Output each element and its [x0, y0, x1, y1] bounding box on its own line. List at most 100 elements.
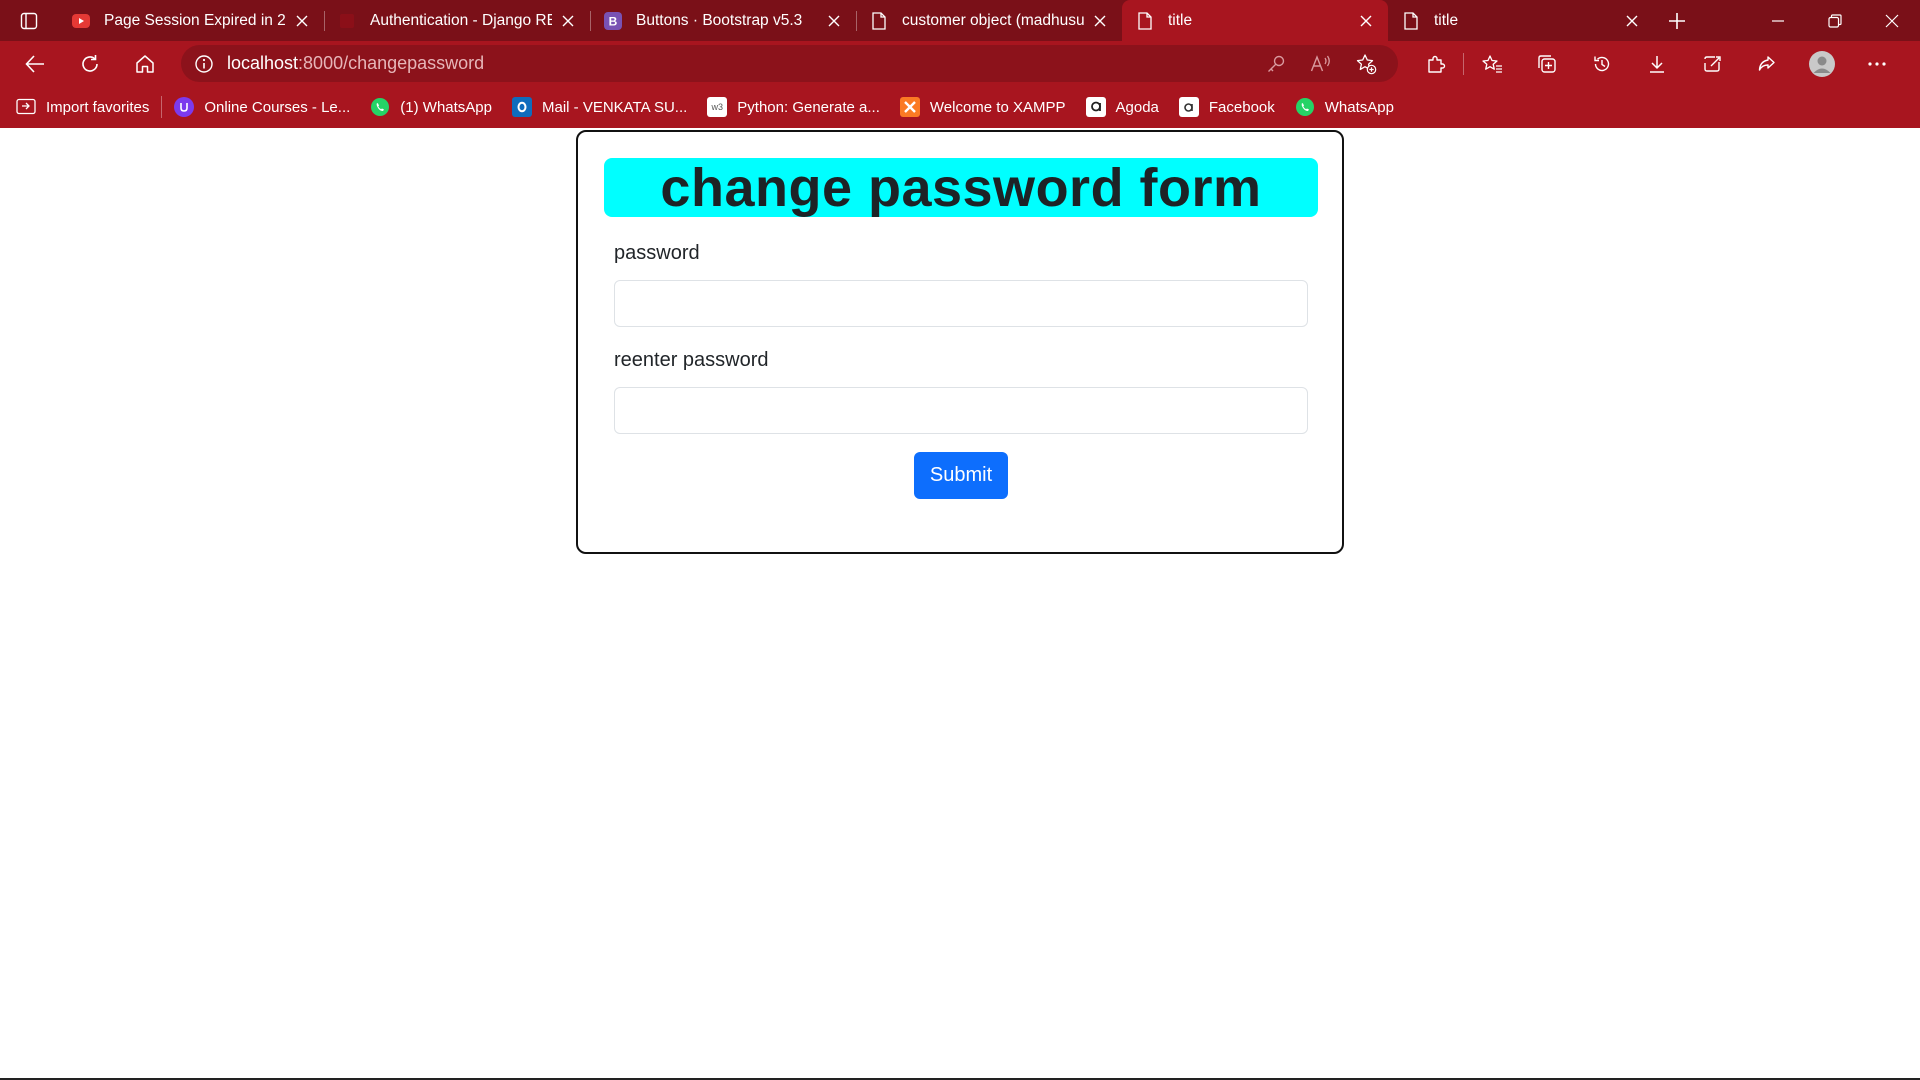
star-add-icon	[1356, 53, 1376, 74]
favorite-whatsapp-2[interactable]: WhatsApp	[1295, 97, 1394, 117]
close-tab-icon[interactable]	[558, 11, 578, 31]
svg-text:B: B	[609, 14, 618, 28]
reenter-password-input[interactable]	[614, 387, 1308, 434]
password-key-button[interactable]	[1253, 54, 1298, 74]
history-button[interactable]	[1574, 41, 1629, 86]
minimize-icon	[1771, 19, 1784, 22]
page-icon	[870, 11, 888, 30]
favorite-xampp[interactable]: Welcome to XAMPP	[899, 97, 1066, 117]
browser-toolbar: localhost:8000/changepassword	[0, 41, 1920, 86]
bootstrap-icon: B	[604, 11, 622, 30]
whatsapp-icon	[370, 97, 390, 117]
favorite-mail[interactable]: Mail - VENKATA SU...	[511, 97, 688, 117]
whatsapp-icon	[1295, 97, 1315, 117]
share-button[interactable]	[1739, 41, 1794, 86]
favorites-icon	[1481, 54, 1502, 73]
submit-button[interactable]: Submit	[914, 452, 1008, 499]
minimize-button[interactable]	[1749, 0, 1806, 41]
favorite-import[interactable]: Import favorites	[16, 97, 149, 117]
favorite-label: (1) WhatsApp	[400, 98, 492, 116]
home-button[interactable]	[117, 41, 172, 86]
tab-youtube[interactable]: Page Session Expired in 20 S	[58, 0, 324, 41]
history-icon	[1593, 56, 1609, 71]
puzzle-icon	[1427, 55, 1445, 73]
downloads-button[interactable]	[1629, 41, 1684, 86]
favorite-python[interactable]: w3 Python: Generate a...	[707, 97, 880, 117]
back-arrow-icon	[24, 54, 44, 73]
form-heading-box: change password form	[604, 157, 1318, 218]
tab-label: Page Session Expired in 20 S	[104, 11, 286, 29]
tab-label: Authentication - Django RES	[370, 11, 552, 29]
close-tab-icon[interactable]	[292, 11, 312, 31]
restore-icon	[1827, 13, 1842, 28]
xampp-icon	[899, 97, 920, 117]
add-favorite-button[interactable]	[1343, 53, 1388, 75]
close-tab-icon[interactable]	[1622, 11, 1642, 31]
tab-strip: Page Session Expired in 20 S Authenticat…	[0, 0, 1920, 41]
favorite-agoda[interactable]: Agoda	[1085, 97, 1159, 117]
close-window-button[interactable]	[1863, 0, 1920, 41]
extensions-button[interactable]	[1408, 41, 1463, 86]
restore-button[interactable]	[1806, 0, 1863, 41]
form-title: change password form	[660, 157, 1262, 218]
outlook-icon	[511, 97, 532, 117]
page-icon	[1136, 11, 1154, 30]
favorite-label: Mail - VENKATA SU...	[541, 98, 688, 116]
toolbar-actions	[1408, 41, 1904, 86]
tab-label: title	[1168, 11, 1193, 29]
url-path: :8000/changepassword	[298, 53, 485, 73]
profile-button[interactable]	[1794, 41, 1849, 86]
facebook-icon	[1178, 97, 1199, 117]
share-icon	[1758, 55, 1775, 71]
youtube-icon	[72, 12, 90, 30]
w3schools-icon: w3	[707, 97, 728, 117]
download-icon	[1649, 55, 1664, 73]
favorite-label: Python: Generate a...	[737, 98, 880, 116]
tab-label: customer object (madhusud	[902, 11, 1084, 29]
agoda-icon	[1085, 97, 1106, 117]
favorites-bar: Import favorites Online Courses - Le... …	[0, 86, 1920, 128]
tab-bootstrap[interactable]: B Buttons · Bootstrap v5.3	[590, 0, 856, 41]
tab-title-active[interactable]: title	[1122, 0, 1388, 41]
tab-django-rest[interactable]: Authentication - Django RES	[324, 0, 590, 41]
read-aloud-button[interactable]	[1298, 54, 1343, 74]
tab-customer-object[interactable]: customer object (madhusud	[856, 0, 1122, 41]
favorites-button[interactable]	[1464, 41, 1519, 86]
collections-icon	[1537, 54, 1556, 73]
collections-button[interactable]	[1519, 41, 1574, 86]
password-input[interactable]	[614, 280, 1308, 327]
favorite-facebook[interactable]: Facebook	[1178, 97, 1275, 117]
refresh-icon	[81, 54, 98, 72]
tab-title[interactable]: title	[1388, 0, 1654, 41]
home-icon	[135, 54, 154, 73]
read-aloud-icon	[1310, 54, 1330, 71]
url-host: localhost	[227, 53, 299, 73]
tab-label: Buttons · Bootstrap v5.3	[636, 11, 803, 29]
tab-actions-button[interactable]	[0, 0, 58, 41]
close-tab-icon[interactable]	[1090, 11, 1110, 31]
close-tab-icon[interactable]	[1356, 11, 1376, 31]
favorite-label: Online Courses - Le...	[204, 98, 351, 116]
plus-icon	[1669, 12, 1685, 29]
address-bar[interactable]: localhost:8000/changepassword	[181, 45, 1398, 82]
site-info-icon[interactable]	[181, 54, 227, 74]
favorite-online-courses[interactable]: Online Courses - Le...	[174, 97, 350, 117]
back-button[interactable]	[7, 41, 62, 86]
page-content: change password form password reenter pa…	[0, 128, 1920, 1080]
password-label: password	[614, 242, 700, 264]
import-icon	[16, 97, 36, 117]
key-icon	[1267, 55, 1284, 72]
udemy-icon	[174, 97, 195, 117]
close-tab-icon[interactable]	[824, 11, 844, 31]
window-controls	[1749, 0, 1920, 41]
close-window-icon	[1885, 14, 1898, 27]
url-text[interactable]: localhost:8000/changepassword	[227, 53, 484, 74]
avatar-icon	[1808, 50, 1835, 77]
settings-more-button[interactable]	[1849, 41, 1904, 86]
favorite-label: Agoda	[1115, 98, 1159, 116]
new-tab-button[interactable]	[1654, 0, 1700, 41]
favorite-whatsapp-1[interactable]: (1) WhatsApp	[370, 97, 492, 117]
refresh-button[interactable]	[62, 41, 117, 86]
browser-essentials-button[interactable]	[1684, 41, 1739, 86]
favorite-label: Import favorites	[46, 98, 150, 116]
